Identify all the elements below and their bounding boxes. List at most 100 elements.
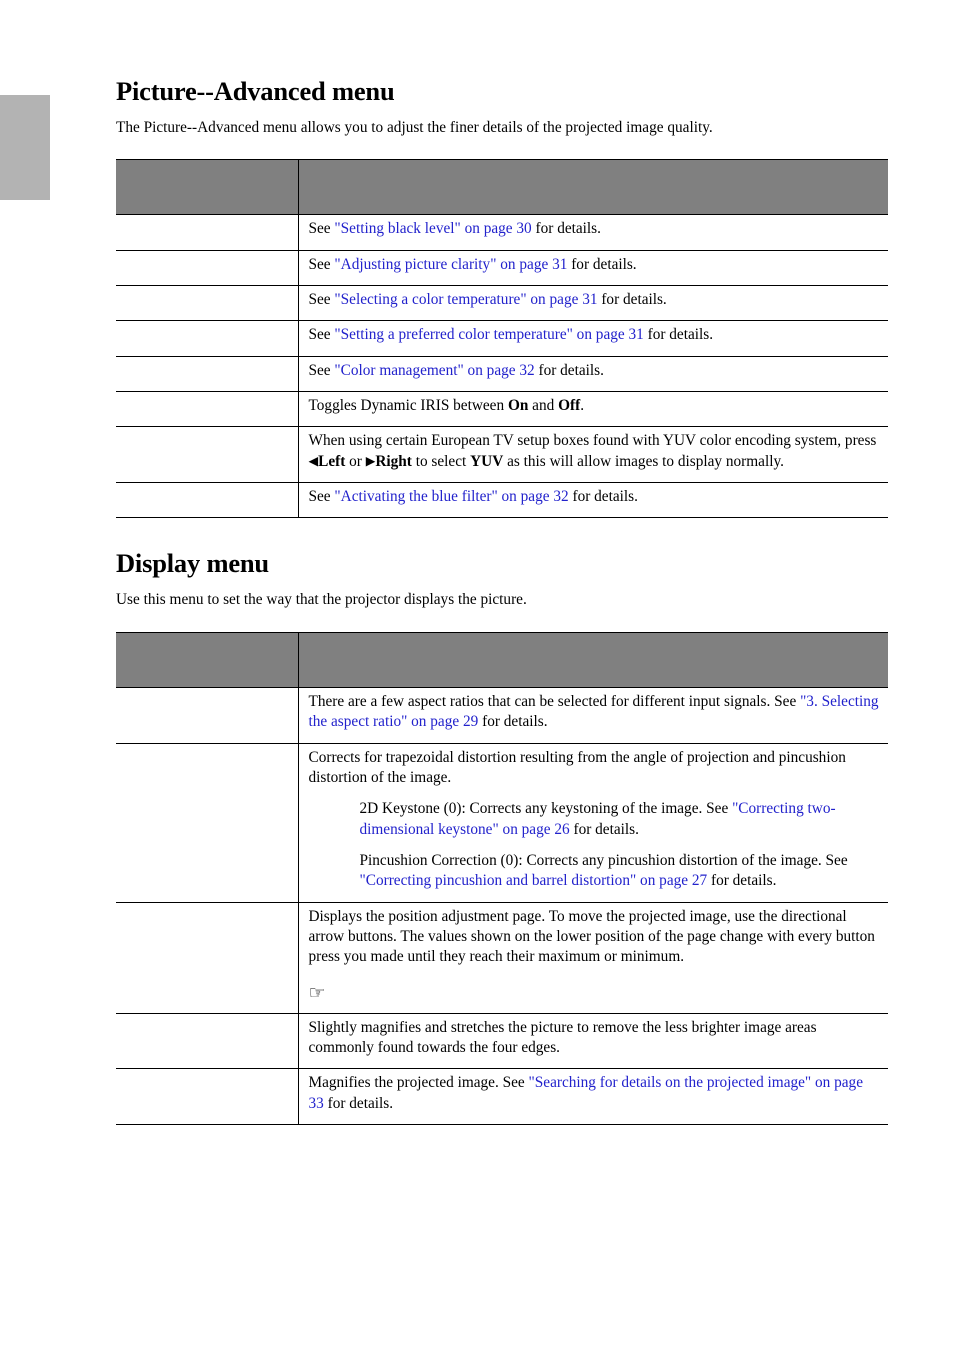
- page-title-secondary: Display menu: [116, 548, 269, 579]
- body-text: See: [308, 488, 335, 506]
- table-row: See "Setting a preferred color temperatu…: [116, 320, 888, 357]
- cell-function-name: [116, 743, 299, 903]
- cell-function-name: [116, 391, 299, 428]
- cell-description: Magnifies the projected image. See "Sear…: [298, 1068, 888, 1126]
- cross-reference-link[interactable]: "Correcting pincushion and barrel distor…: [360, 872, 708, 889]
- cell-description: See "Setting a preferred color temperatu…: [298, 320, 888, 357]
- description-paragraph: See "Adjusting picture clarity" on page …: [309, 255, 883, 275]
- body-text: Slightly magnifies and stretches the pic…: [308, 1018, 817, 1056]
- description-paragraph: Corrects for trapezoidal distortion resu…: [309, 748, 883, 789]
- header-label-function: [116, 187, 298, 188]
- picture-advanced-table: See "Setting black level" on page 30 for…: [116, 159, 889, 519]
- cell-description: See "Activating the blue filter" on page…: [298, 482, 888, 519]
- table-row: See "Setting black level" on page 30 for…: [116, 214, 888, 251]
- description-paragraph: See "Selecting a color temperature" on p…: [309, 290, 883, 310]
- emphasis-text: On: [507, 397, 529, 415]
- header-cell-function: [116, 631, 299, 688]
- table-row: See "Color management" on page 32 for de…: [116, 356, 888, 393]
- cell-description: When using certain European TV setup box…: [298, 426, 888, 484]
- emphasis-text: Right: [375, 452, 412, 470]
- section-intro-text-secondary: Use this menu to set the way that the pr…: [116, 591, 527, 609]
- table-header-row: [116, 631, 888, 688]
- body-text: See: [308, 326, 335, 344]
- cell-function-name: [116, 285, 299, 322]
- cross-reference-link[interactable]: "Setting a preferred color temperature" …: [334, 326, 643, 343]
- cell-function-name: [116, 902, 299, 1014]
- body-text: There are a few aspect ratios that can b…: [308, 692, 801, 710]
- table-header-row: [116, 159, 889, 216]
- table-row: See "Selecting a color temperature" on p…: [116, 285, 888, 322]
- body-text: Corrects for trapezoidal distortion resu…: [308, 748, 846, 786]
- cell-description: Displays the position adjustment page. T…: [298, 902, 888, 1014]
- display-menu-table: There are a few aspect ratios that can b…: [116, 631, 888, 1126]
- table-row: Displays the position adjustment page. T…: [116, 902, 888, 1014]
- body-text: for details.: [568, 488, 638, 506]
- table-row: When using certain European TV setup box…: [116, 426, 888, 484]
- table-row: Corrects for trapezoidal distortion resu…: [116, 743, 888, 903]
- document-page: Picture--Advanced menu The Picture--Adva…: [0, 0, 954, 1356]
- body-text: for details.: [478, 713, 548, 731]
- body-text: Magnifies the projected image. See: [308, 1074, 529, 1092]
- cell-description: See "Color management" on page 32 for de…: [298, 356, 888, 393]
- table-row: See "Adjusting picture clarity" on page …: [116, 250, 888, 287]
- description-paragraph: Slightly magnifies and stretches the pic…: [309, 1018, 883, 1059]
- cross-reference-link[interactable]: "Color management" on page 32: [334, 362, 534, 379]
- emphasis-text: YUV: [470, 452, 504, 470]
- header-label-description: [299, 187, 889, 188]
- body-text: for details.: [643, 326, 714, 344]
- cell-description: See "Setting black level" on page 30 for…: [298, 214, 888, 251]
- body-text: and: [528, 397, 559, 415]
- cross-reference-link[interactable]: "Activating the blue filter" on page 32: [334, 488, 568, 505]
- body-text: to select: [411, 452, 471, 470]
- table-row: Magnifies the projected image. See "Sear…: [116, 1068, 888, 1126]
- picture-advanced-rows: See "Setting black level" on page 30 for…: [116, 214, 888, 519]
- description-paragraph: Magnifies the projected image. See "Sear…: [309, 1073, 883, 1114]
- cross-reference-link[interactable]: "Setting black level" on page 30: [334, 220, 531, 237]
- body-text: Pincushion Correction (0): Corrects any …: [359, 851, 848, 869]
- section-picture-advanced: Picture--Advanced menu The Picture--Adva…: [116, 76, 889, 519]
- body-text: Toggles Dynamic IRIS between: [308, 397, 508, 415]
- body-text: When using certain European TV setup box…: [308, 432, 877, 450]
- page-title: Picture--Advanced menu: [116, 76, 395, 106]
- table-row: See "Activating the blue filter" on page…: [116, 482, 888, 519]
- description-paragraph: See "Setting a preferred color temperatu…: [309, 325, 883, 345]
- body-text: for details.: [597, 291, 667, 309]
- description-paragraph: See "Setting black level" on page 30 for…: [309, 219, 883, 239]
- section-intro-text: The Picture--Advanced menu allows you to…: [116, 118, 713, 136]
- body-text: as this will allow images to display nor…: [503, 452, 784, 470]
- cell-function-name: [116, 214, 299, 251]
- description-subparagraph: Pincushion Correction (0): Corrects any …: [360, 851, 883, 892]
- table-row: There are a few aspect ratios that can b…: [116, 687, 888, 744]
- description-subparagraph: 2D Keystone (0): Corrects any keystoning…: [360, 799, 883, 840]
- body-text: for details.: [707, 872, 777, 890]
- page-content: Picture--Advanced menu The Picture--Adva…: [116, 76, 889, 1126]
- cell-function-name: [116, 426, 299, 484]
- direction-arrow-icon: ▶: [365, 452, 376, 468]
- description-paragraph: When using certain European TV setup box…: [309, 431, 883, 472]
- cross-reference-link[interactable]: "Adjusting picture clarity" on page 31: [334, 256, 567, 273]
- emphasis-text: Off: [558, 397, 581, 415]
- header-cell-description: [298, 631, 888, 688]
- description-paragraph: There are a few aspect ratios that can b…: [309, 692, 883, 733]
- body-text: for details.: [534, 361, 604, 379]
- header-cell-function: [116, 159, 299, 216]
- cell-function-name: [116, 320, 299, 357]
- emphasis-text: Left: [318, 452, 346, 470]
- table-row: Toggles Dynamic IRIS between On and Off.: [116, 391, 888, 428]
- body-text: for details.: [569, 820, 639, 838]
- cell-function-name: [116, 1013, 299, 1070]
- body-text: See: [308, 361, 335, 379]
- table-row: Slightly magnifies and stretches the pic…: [116, 1013, 888, 1070]
- cell-description: Slightly magnifies and stretches the pic…: [298, 1013, 888, 1070]
- margin-tab-marker: [0, 95, 50, 200]
- header-label-function: [116, 659, 298, 660]
- cross-reference-link[interactable]: "Selecting a color temperature" on page …: [334, 291, 597, 308]
- body-text: See: [308, 291, 335, 309]
- description-paragraph: See "Activating the blue filter" on page…: [309, 487, 883, 507]
- cell-description: There are a few aspect ratios that can b…: [298, 687, 888, 744]
- body-text: 2D Keystone (0): Corrects any keystoning…: [359, 800, 733, 818]
- description-paragraph: See "Color management" on page 32 for de…: [309, 361, 883, 381]
- direction-arrow-icon: ◀: [308, 452, 319, 468]
- cell-function-name: [116, 356, 299, 393]
- body-text: .: [580, 397, 585, 415]
